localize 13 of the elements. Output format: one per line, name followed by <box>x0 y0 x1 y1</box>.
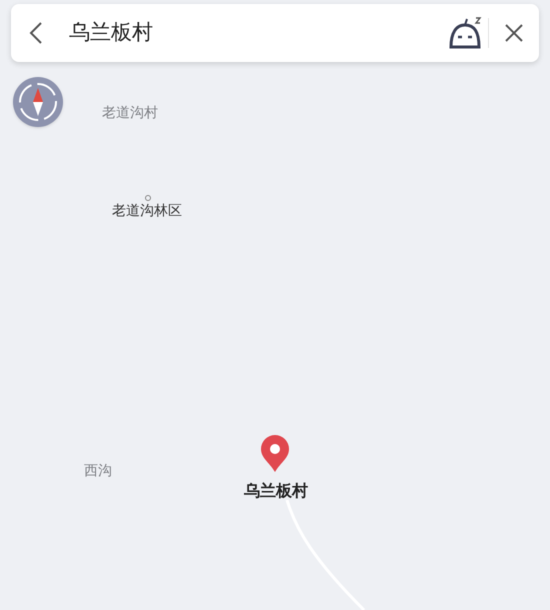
selected-place-label: 乌兰板村 <box>244 480 308 502</box>
place-label: 西沟 <box>84 462 112 481</box>
compass-button[interactable] <box>13 77 63 127</box>
compass-icon <box>16 80 60 124</box>
back-icon <box>29 21 43 45</box>
close-icon <box>505 24 523 42</box>
robot-icon <box>448 15 484 51</box>
place-label: 老道沟林区 <box>112 202 182 221</box>
map[interactable]: 老道沟村 老道沟林区 西沟 乌兰板村 乌兰板村 <box>0 0 550 610</box>
map-pin-icon[interactable] <box>259 434 291 474</box>
search-input[interactable]: 乌兰板村 <box>69 17 444 49</box>
search-bar[interactable]: 乌兰板村 <box>11 4 539 62</box>
place-label: 老道沟村 <box>102 104 158 123</box>
